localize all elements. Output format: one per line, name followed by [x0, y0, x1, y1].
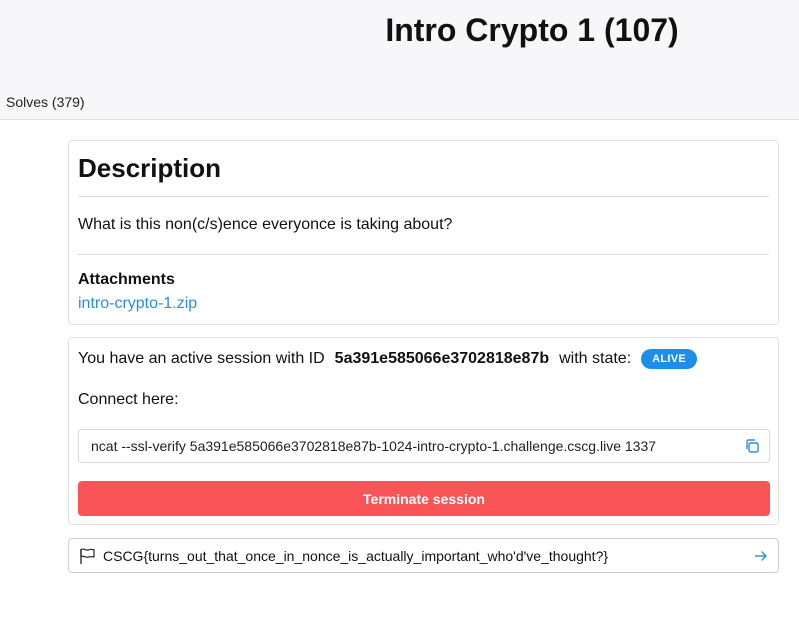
session-card: You have an active session with ID 5a391… [68, 337, 779, 525]
session-state-label: with state: [559, 350, 632, 367]
page-title: Intro Crypto 1 (107) [385, 12, 679, 48]
divider [78, 254, 769, 255]
terminate-session-button[interactable]: Terminate session [78, 481, 770, 516]
flag-icon [78, 547, 96, 565]
session-prefix: You have an active session with ID [78, 350, 325, 367]
description-card: Description What is this non(c/s)ence ev… [68, 140, 779, 325]
attachment-link[interactable]: intro-crypto-1.zip [78, 295, 197, 313]
description-text: What is this non(c/s)ence everyonce is t… [78, 216, 453, 233]
arrow-right-icon[interactable] [753, 548, 769, 564]
challenge-header: Intro Crypto 1 (107) Solves (379) [0, 0, 799, 120]
attachments-heading: Attachments [78, 271, 175, 288]
connect-label: Connect here: [78, 391, 179, 408]
connection-command[interactable]: ncat --ssl-verify 5a391e585066e3702818e8… [91, 438, 656, 454]
status-badge: ALIVE [641, 349, 698, 369]
solves-tab[interactable]: Solves (379) [6, 94, 85, 110]
flag-submission [68, 538, 779, 573]
flag-input[interactable] [103, 539, 733, 572]
description-heading: Description [78, 153, 222, 183]
session-status-line: You have an active session with ID 5a391… [78, 349, 698, 369]
divider [78, 196, 769, 197]
session-id: 5a391e585066e3702818e87b [334, 350, 550, 367]
connection-command-box: ncat --ssl-verify 5a391e585066e3702818e8… [78, 429, 770, 463]
copy-icon[interactable] [744, 438, 760, 454]
